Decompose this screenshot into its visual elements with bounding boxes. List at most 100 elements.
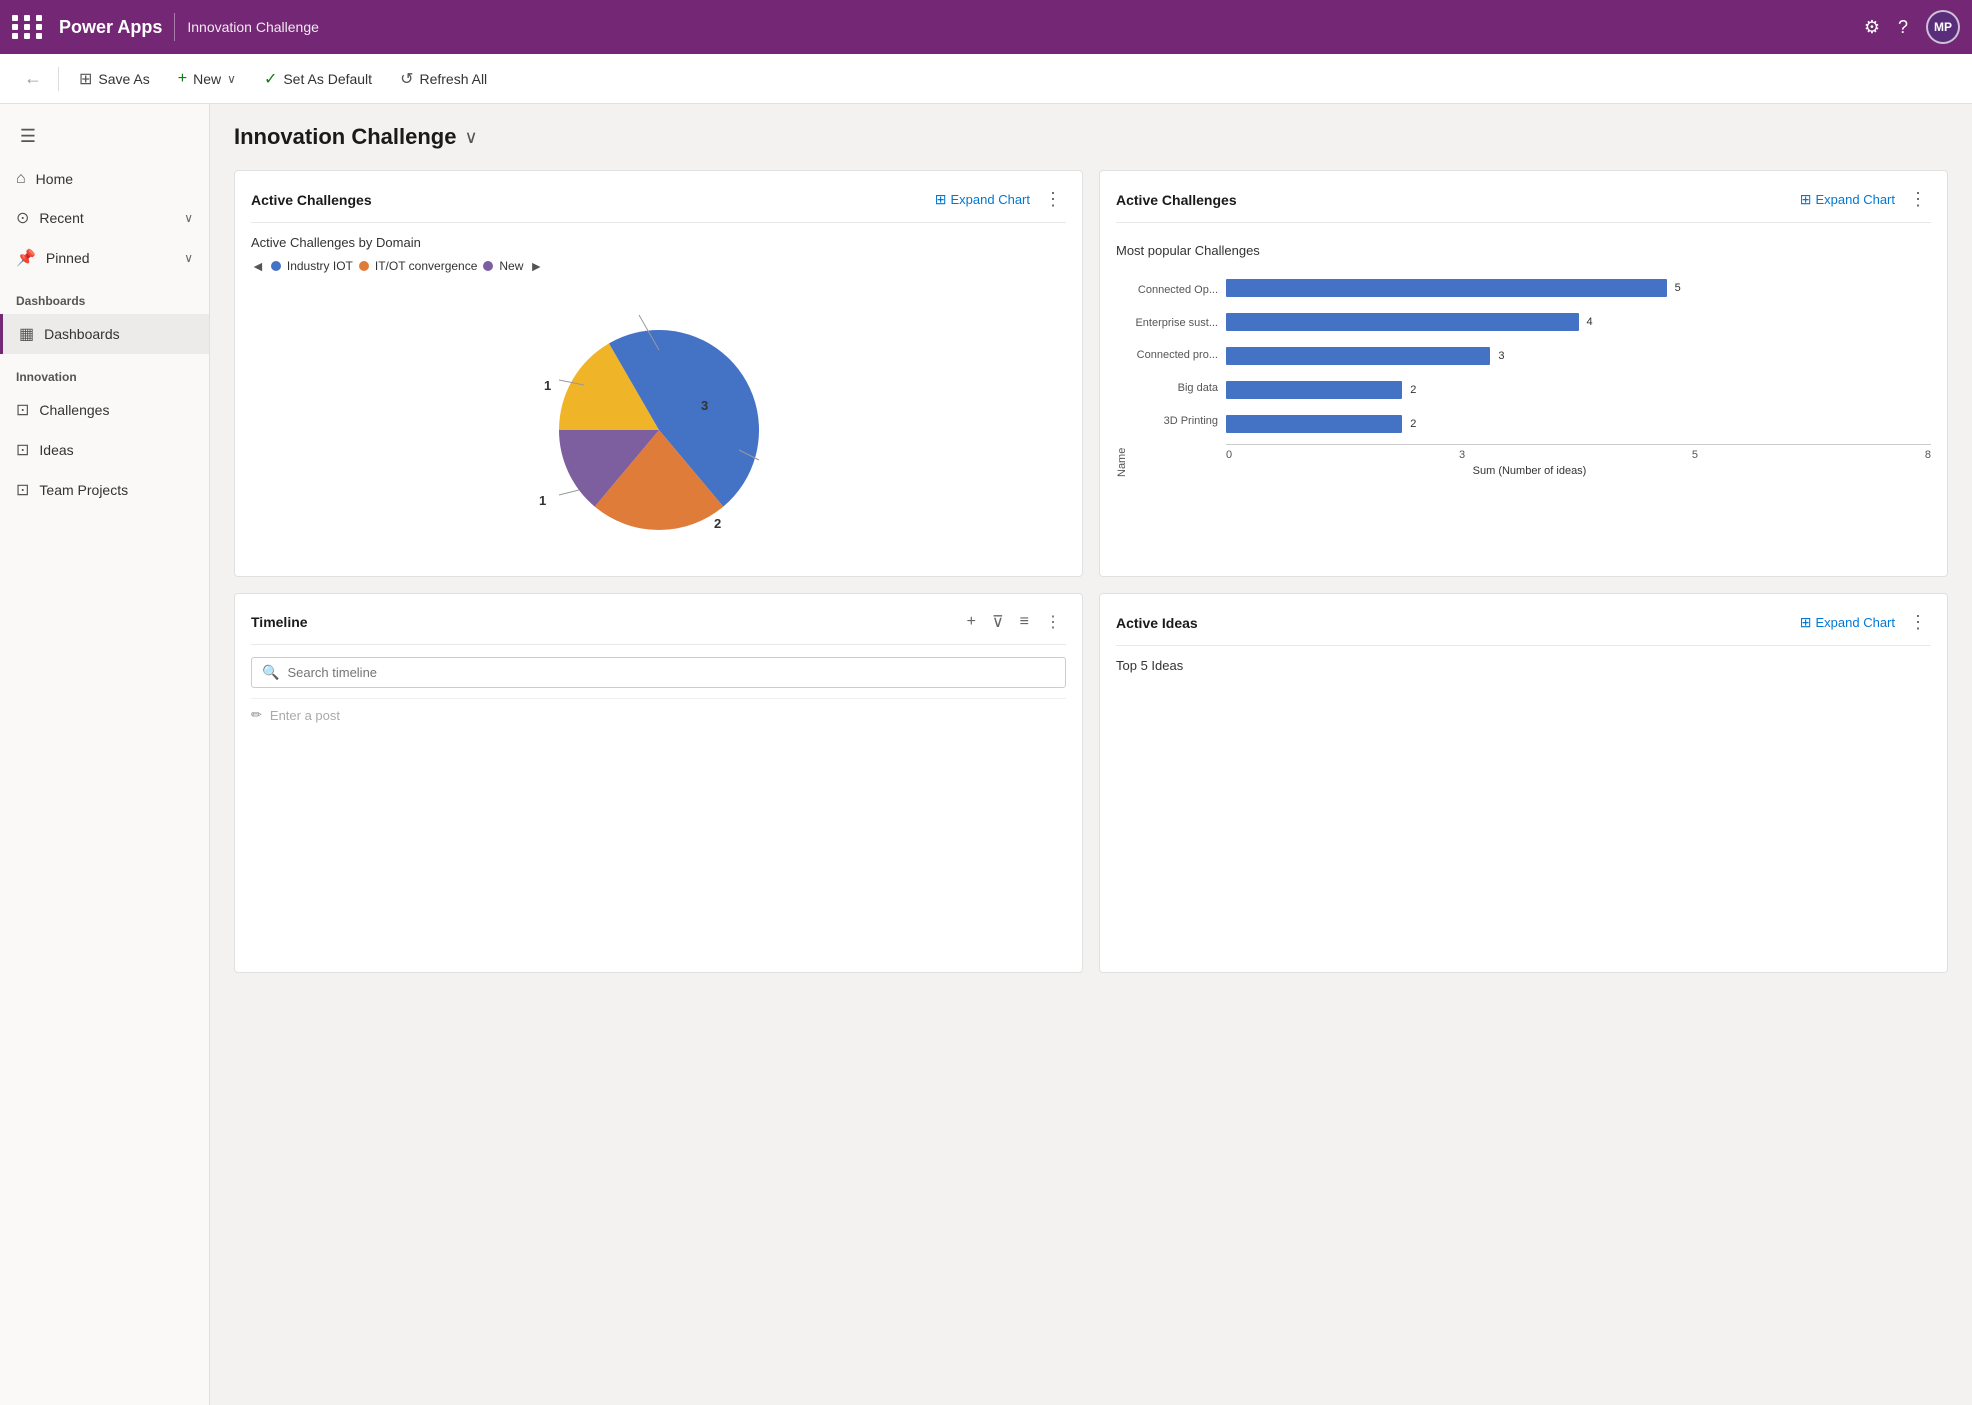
legend-label-itot: IT/OT convergence [375, 259, 478, 273]
settings-icon[interactable]: ⚙ [1864, 17, 1880, 38]
bar-card-title: Active Challenges [1116, 192, 1790, 208]
save-as-button[interactable]: ⊞ Save As [67, 63, 162, 95]
timeline-search-input[interactable] [287, 665, 1055, 680]
bar-chart-main: Connected Op... Enterprise sust... Conne… [1128, 274, 1931, 477]
pie-card-header: Active Challenges ⊞ Expand Chart ⋮ [251, 187, 1066, 223]
set-as-default-button[interactable]: ✓ Set As Default [252, 63, 384, 95]
new-plus-icon: + [178, 70, 187, 88]
legend-label-new: New [499, 259, 523, 273]
bar-chart-area: Most popular Challenges Name Connected O… [1116, 235, 1931, 485]
legend-dot-itot [359, 261, 369, 271]
main-layout: ☰ ⌂ Home ⊙ Recent ∨ 📌 Pinned ∨ Dashboard… [0, 104, 1972, 1405]
search-icon: 🔍 [262, 664, 279, 681]
avatar[interactable]: MP [1926, 10, 1960, 44]
content-area: Innovation Challenge ∨ Active Challenges… [210, 104, 1972, 1405]
toolbar-separator [58, 67, 59, 91]
pinned-chevron-icon: ∨ [184, 251, 193, 265]
pie-label-2-orange: 2 [714, 516, 721, 531]
bar-row-4: 2 [1226, 410, 1931, 438]
refresh-all-button[interactable]: ↺ Refresh All [388, 63, 499, 95]
sidebar-item-recent[interactable]: ⊙ Recent ∨ [0, 198, 209, 238]
sidebar-item-team-projects[interactable]: ⊡ Team Projects [0, 470, 209, 510]
timeline-search-box[interactable]: 🔍 [251, 657, 1066, 688]
new-button[interactable]: + New ∨ [166, 64, 248, 94]
dashboards-icon: ▦ [19, 324, 34, 344]
refresh-icon: ↺ [400, 69, 413, 89]
ideas-expand-chart-button[interactable]: ⊞ Expand Chart [1800, 614, 1895, 631]
bar-label-2: Connected pro... [1128, 341, 1218, 369]
bar-chart-subtitle: Most popular Challenges [1116, 243, 1931, 258]
legend-prev-arrow[interactable]: ◄ [251, 258, 265, 274]
timeline-menu-button[interactable]: ⋮ [1040, 610, 1066, 634]
top-nav-right: ⚙ ? MP [1864, 10, 1960, 44]
bar-val-0: 5 [1675, 282, 1681, 294]
legend-next-arrow[interactable]: ► [529, 258, 543, 274]
pie-card-menu-button[interactable]: ⋮ [1040, 187, 1066, 212]
new-chevron-icon[interactable]: ∨ [227, 72, 236, 86]
nav-divider [174, 13, 175, 41]
sidebar-item-pinned[interactable]: 📌 Pinned ∨ [0, 238, 209, 278]
pie-expand-chart-label: Expand Chart [951, 192, 1031, 207]
bar-row-1: 4 [1226, 308, 1931, 336]
bar-expand-chart-label: Expand Chart [1816, 192, 1896, 207]
sidebar-item-recent-label: Recent [39, 210, 83, 226]
x-tick-3: 8 [1925, 449, 1931, 461]
bar-fill-0 [1226, 279, 1667, 297]
pie-label-1-gold: 1 [544, 378, 551, 393]
bar-fill-1 [1226, 313, 1579, 331]
bar-card-menu-button[interactable]: ⋮ [1905, 187, 1931, 212]
timeline-post-row: ✏ Enter a post [251, 698, 1066, 731]
bar-label-1: Enterprise sust... [1128, 309, 1218, 337]
bar-fill-4 [1226, 415, 1402, 433]
app-grid-icon[interactable] [12, 15, 45, 39]
pie-chart-container: 3 2 1 1 [251, 290, 1066, 560]
legend-dot-industry-iot [271, 261, 281, 271]
sidebar-item-ideas-label: Ideas [39, 442, 73, 458]
ideas-icon: ⊡ [16, 440, 29, 460]
sidebar-item-dashboards-label: Dashboards [44, 326, 120, 342]
timeline-title: Timeline [251, 614, 956, 630]
sidebar-item-challenges[interactable]: ⊡ Challenges [0, 390, 209, 430]
edit-icon: ✏ [251, 707, 262, 723]
bar-val-3: 2 [1410, 384, 1416, 396]
app-name: Power Apps [59, 17, 162, 38]
bar-chart-wrapper: Name Connected Op... Enterprise sust... … [1116, 274, 1931, 477]
timeline-add-button[interactable]: + [962, 611, 981, 633]
page-title-chevron-icon[interactable]: ∨ [464, 127, 477, 148]
app-subtitle: Innovation Challenge [187, 19, 319, 35]
bar-fill-3 [1226, 381, 1402, 399]
recent-chevron-icon: ∨ [184, 211, 193, 225]
set-as-default-label: Set As Default [283, 71, 372, 87]
bar-expand-chart-button[interactable]: ⊞ Expand Chart [1800, 191, 1895, 208]
sidebar-item-ideas[interactable]: ⊡ Ideas [0, 430, 209, 470]
top-nav: Power Apps Innovation Challenge ⚙ ? MP [0, 0, 1972, 54]
bar-card-header: Active Challenges ⊞ Expand Chart ⋮ [1116, 187, 1931, 223]
bar-val-2: 3 [1498, 350, 1504, 362]
refresh-all-label: Refresh All [419, 71, 487, 87]
active-challenges-bar-card: Active Challenges ⊞ Expand Chart ⋮ Most … [1099, 170, 1948, 577]
x-tick-2: 5 [1692, 449, 1698, 461]
innovation-section-label: Innovation [0, 354, 209, 390]
ideas-expand-icon: ⊞ [1800, 614, 1812, 631]
pie-expand-chart-button[interactable]: ⊞ Expand Chart [935, 191, 1030, 208]
bar-y-axis: Connected Op... Enterprise sust... Conne… [1128, 274, 1218, 461]
bar-label-3: Big data [1128, 374, 1218, 402]
sidebar-item-team-projects-label: Team Projects [39, 482, 128, 498]
timeline-filter-button[interactable]: ⊽ [987, 610, 1009, 634]
dashboard-grid: Active Challenges ⊞ Expand Chart ⋮ Activ… [234, 170, 1948, 973]
sidebar-item-home[interactable]: ⌂ Home [0, 160, 209, 198]
ideas-card-menu-button[interactable]: ⋮ [1905, 610, 1931, 635]
timeline-header: Timeline + ⊽ ≡ ⋮ [251, 610, 1066, 645]
bar-x-axis: 0 3 5 8 [1226, 444, 1931, 461]
help-icon[interactable]: ? [1898, 17, 1908, 38]
check-icon: ✓ [264, 69, 277, 89]
timeline-sort-button[interactable]: ≡ [1015, 611, 1034, 633]
x-tick-1: 3 [1459, 449, 1465, 461]
sidebar: ☰ ⌂ Home ⊙ Recent ∨ 📌 Pinned ∨ Dashboard… [0, 104, 210, 1405]
back-button[interactable]: ← [16, 64, 50, 93]
sidebar-menu-toggle[interactable]: ☰ [8, 116, 48, 156]
pie-card-body: Active Challenges by Domain ◄ Industry I… [251, 235, 1066, 560]
toolbar: ← ⊞ Save As + New ∨ ✓ Set As Default ↺ R… [0, 54, 1972, 104]
sidebar-item-dashboards[interactable]: ▦ Dashboards [0, 314, 209, 354]
sidebar-item-pinned-label: Pinned [46, 250, 90, 266]
